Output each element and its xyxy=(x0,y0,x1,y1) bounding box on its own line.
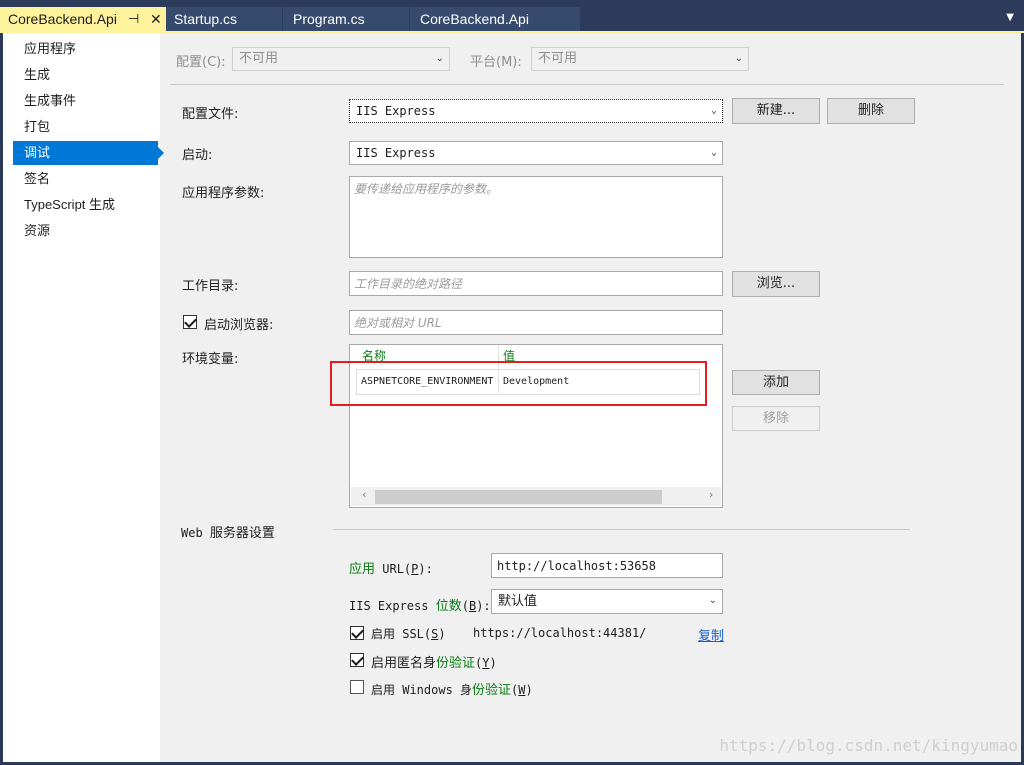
sidebar-item-package[interactable]: 打包 xyxy=(13,115,158,139)
tab-startup-cs[interactable]: Startup.cs xyxy=(166,7,282,33)
launch-browser-checkbox[interactable] xyxy=(183,315,197,329)
label-part: 启用匿名身 xyxy=(371,656,437,671)
tab-label: Program.cs xyxy=(293,11,365,27)
browse-button[interactable]: 浏览... xyxy=(732,271,820,297)
launch-select[interactable]: IIS Express ⌄ xyxy=(349,141,723,165)
highlight-annotation xyxy=(330,361,707,406)
config-label: 配置(C): xyxy=(176,55,226,70)
bitness-label: IIS Express 位数(B): xyxy=(349,595,491,614)
tab-program-cs[interactable]: Program.cs xyxy=(283,7,409,33)
chevron-left-icon[interactable]: ‹ xyxy=(362,488,366,501)
app-arguments-placeholder: 要传递给应用程序的参数。 xyxy=(354,182,499,196)
delete-profile-button[interactable]: 删除 xyxy=(827,98,915,124)
label-part: ) xyxy=(489,656,497,670)
platform-select[interactable]: 不可用 ⌄ xyxy=(531,47,749,71)
sidebar-item-resources[interactable]: 资源 xyxy=(13,219,158,243)
section-divider xyxy=(333,529,910,530)
label-part: URL( xyxy=(375,562,412,576)
scrollbar-thumb[interactable] xyxy=(375,490,662,504)
watermark: https://blog.csdn.net/kingyumao xyxy=(719,736,1018,755)
access-key: Y xyxy=(482,656,490,670)
sidebar-item-typescript-build[interactable]: TypeScript 生成 xyxy=(13,193,158,217)
sidebar: 应用程序 生成 生成事件 打包 调试 签名 TypeScript 生成 资源 xyxy=(3,33,164,762)
tab-corebackend-api[interactable]: CoreBackend.Api xyxy=(410,7,580,33)
chevron-down-icon: ⌄ xyxy=(710,147,717,158)
working-directory-placeholder: 工作目录的绝对路径 xyxy=(354,277,463,291)
sidebar-item-debug[interactable]: 调试 xyxy=(13,141,164,165)
section-title-prefix: Web xyxy=(181,526,210,540)
profile-select-value: IIS Express xyxy=(356,104,436,118)
close-icon[interactable]: ✕ xyxy=(150,7,162,31)
label-part: IIS Express xyxy=(349,599,436,613)
chevron-down-icon: ⌄ xyxy=(708,595,717,606)
platform-label: 平台(M): xyxy=(470,55,522,70)
config-select[interactable]: 不可用 ⌄ xyxy=(232,47,450,71)
chevron-down-icon: ⌄ xyxy=(710,105,717,116)
copy-ssl-url-link[interactable]: 复制 xyxy=(698,625,724,644)
bitness-select[interactable]: 默认值 ⌄ xyxy=(491,589,723,614)
label-part: 份验证 xyxy=(436,656,476,671)
launch-label: 启动: xyxy=(182,148,213,163)
tab-label: CoreBackend.Api xyxy=(8,11,117,27)
app-arguments-textarea[interactable]: 要传递给应用程序的参数。 xyxy=(349,176,723,258)
anonymous-auth-checkbox[interactable] xyxy=(350,653,364,667)
add-env-button[interactable]: 添加 xyxy=(732,370,820,395)
launch-select-value: IIS Express xyxy=(356,146,436,160)
tab-corebackend-api-active[interactable]: CoreBackend.Api ⊣ ✕ xyxy=(0,7,166,33)
ssl-url: https://localhost:44381/ xyxy=(473,626,647,640)
profile-label: 配置文件: xyxy=(182,107,239,122)
bitness-select-value: 默认值 xyxy=(498,594,538,609)
label-part: 启用 SSL( xyxy=(371,627,432,641)
label-part: ) xyxy=(525,683,533,697)
tab-list-dropdown-icon[interactable]: ▼ xyxy=(1006,12,1014,23)
profile-select[interactable]: IIS Express ⌄ xyxy=(349,99,723,123)
label-part: ( xyxy=(461,599,469,613)
document-tab-strip: CoreBackend.Api ⊣ ✕ Startup.cs Program.c… xyxy=(0,0,1024,33)
label-part: ): xyxy=(418,562,433,576)
label-part: ) xyxy=(438,627,446,641)
label-part: 应用 xyxy=(349,562,376,577)
label-part: 份验证 xyxy=(472,683,512,698)
divider xyxy=(170,84,1004,85)
windows-auth-label: 启用 Windows 身份验证(W) xyxy=(371,679,533,698)
platform-select-value: 不可用 xyxy=(538,51,578,66)
enable-ssl-label: 启用 SSL(S) xyxy=(371,625,446,642)
app-arguments-label: 应用程序参数: xyxy=(182,186,265,201)
app-url-value[interactable]: http://localhost:53658 xyxy=(497,554,656,578)
anonymous-auth-label: 启用匿名身份验证(Y) xyxy=(371,652,497,671)
chevron-down-icon: ⌄ xyxy=(435,53,444,64)
horizontal-scrollbar[interactable]: ‹ › xyxy=(351,487,721,506)
app-url-input[interactable]: http://localhost:53658 xyxy=(491,553,723,578)
enable-ssl-checkbox[interactable] xyxy=(350,626,364,640)
access-key: W xyxy=(518,683,526,697)
app-url-label: 应用 URL(P): xyxy=(349,558,433,577)
env-variables-label: 环境变量: xyxy=(182,352,239,367)
launch-browser-url-placeholder: 绝对或相对 URL xyxy=(354,316,442,330)
working-directory-input[interactable]: 工作目录的绝对路径 xyxy=(349,271,723,296)
new-profile-button[interactable]: 新建... xyxy=(732,98,820,124)
config-select-value: 不可用 xyxy=(239,51,279,66)
working-directory-label: 工作目录: xyxy=(182,279,239,294)
launch-browser-label: 启动浏览器: xyxy=(204,318,274,333)
launch-browser-url-input[interactable]: 绝对或相对 URL xyxy=(349,310,723,335)
chevron-right-icon[interactable]: › xyxy=(709,488,713,501)
pin-icon[interactable]: ⊣ xyxy=(128,7,139,31)
remove-env-button[interactable]: 移除 xyxy=(732,406,820,431)
sidebar-item-build-events[interactable]: 生成事件 xyxy=(13,89,158,113)
windows-auth-checkbox[interactable] xyxy=(350,680,364,694)
label-part: ): xyxy=(476,599,491,613)
tab-label: CoreBackend.Api xyxy=(420,11,529,27)
web-server-section-title: Web 服务器设置 xyxy=(181,522,275,541)
sidebar-item-signing[interactable]: 签名 xyxy=(13,167,158,191)
sidebar-item-application[interactable]: 应用程序 xyxy=(13,37,158,61)
chevron-down-icon: ⌄ xyxy=(734,53,743,64)
section-title-text: 服务器设置 xyxy=(209,526,275,541)
sidebar-item-build[interactable]: 生成 xyxy=(13,63,158,87)
label-part: 启用 Windows 身 xyxy=(371,683,473,697)
tab-label: Startup.cs xyxy=(174,11,238,27)
label-part: 位数 xyxy=(435,599,462,614)
